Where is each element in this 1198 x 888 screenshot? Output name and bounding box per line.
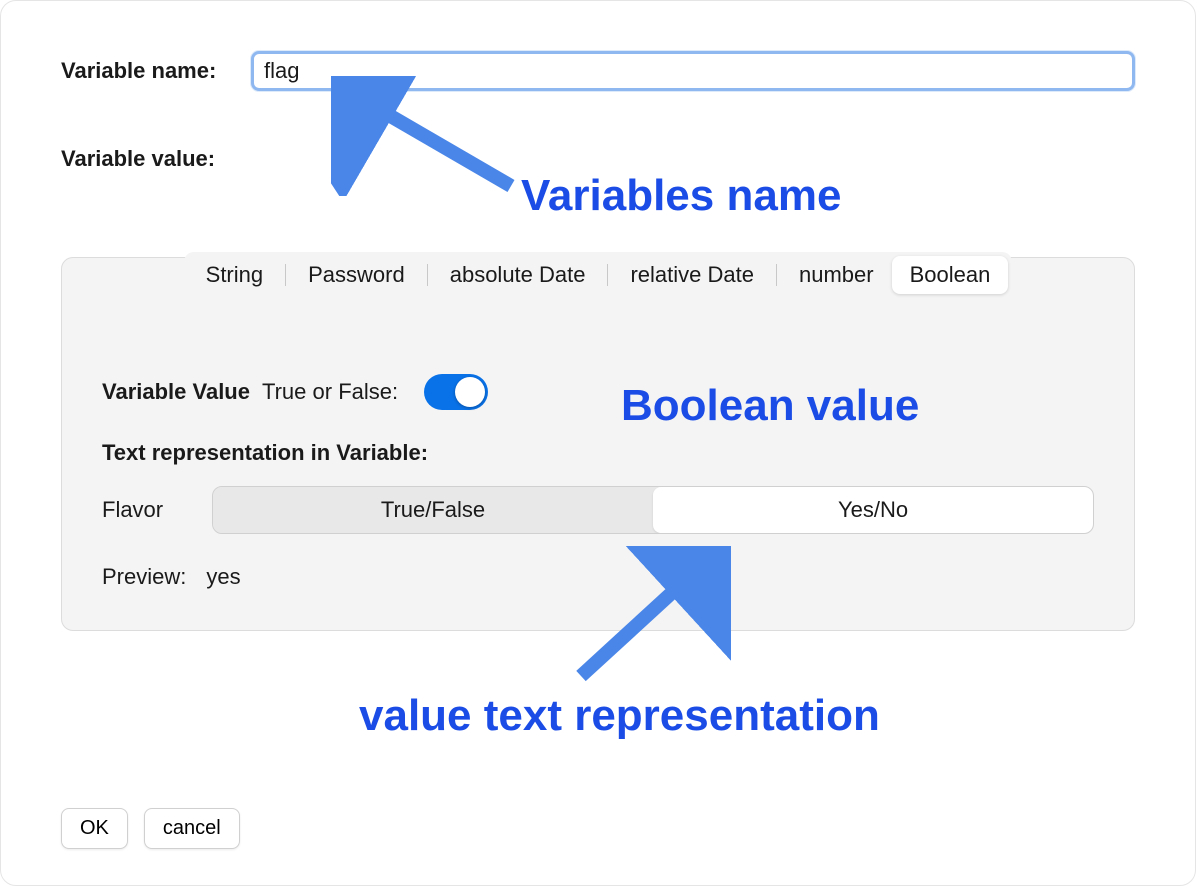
- cancel-button[interactable]: cancel: [144, 808, 240, 849]
- preview-value: yes: [206, 564, 240, 590]
- segment-yes-no[interactable]: Yes/No: [653, 487, 1093, 533]
- toggle-knob-icon: [455, 377, 485, 407]
- boolean-value-row: Variable Value True or False:: [102, 374, 1094, 410]
- tab-separator: [427, 264, 428, 286]
- annotation-value-text-rep: value text representation: [359, 691, 880, 741]
- ok-button[interactable]: OK: [61, 808, 128, 849]
- tab-password[interactable]: Password: [290, 256, 423, 294]
- variable-name-input[interactable]: [251, 51, 1135, 91]
- variable-dialog: Variable name: Variable value: String Pa…: [0, 0, 1196, 886]
- boolean-toggle[interactable]: [424, 374, 488, 410]
- panel-content: Variable Value True or False: Text repre…: [62, 304, 1134, 590]
- tab-separator: [285, 264, 286, 286]
- tab-string[interactable]: String: [188, 256, 281, 294]
- tab-absolute-date[interactable]: absolute Date: [432, 256, 604, 294]
- flavor-segmented-control: True/False Yes/No: [212, 486, 1094, 534]
- flavor-row: Flavor True/False Yes/No: [102, 486, 1094, 534]
- tab-separator: [776, 264, 777, 286]
- tab-relative-date[interactable]: relative Date: [612, 256, 772, 294]
- preview-label: Preview:: [102, 564, 186, 590]
- tab-boolean[interactable]: Boolean: [892, 256, 1009, 294]
- variable-name-row: Variable name:: [61, 51, 1135, 91]
- segment-true-false[interactable]: True/False: [213, 487, 653, 533]
- tab-number[interactable]: number: [781, 256, 892, 294]
- variable-value-inline-label: Variable Value: [102, 379, 250, 405]
- arrow-icon: [331, 76, 521, 196]
- preview-row: Preview: yes: [102, 564, 1094, 590]
- true-or-false-label: True or False:: [262, 379, 398, 405]
- dialog-buttons: OK cancel: [61, 808, 240, 849]
- value-type-panel: String Password absolute Date relative D…: [61, 257, 1135, 631]
- annotation-variables-name: Variables name: [521, 171, 841, 221]
- value-type-tabs: String Password absolute Date relative D…: [184, 252, 1013, 298]
- tab-separator: [607, 264, 608, 286]
- text-representation-label: Text representation in Variable:: [102, 440, 1094, 466]
- variable-value-section-label: Variable value:: [61, 146, 1135, 172]
- flavor-label: Flavor: [102, 497, 182, 523]
- variable-name-label: Variable name:: [61, 58, 251, 84]
